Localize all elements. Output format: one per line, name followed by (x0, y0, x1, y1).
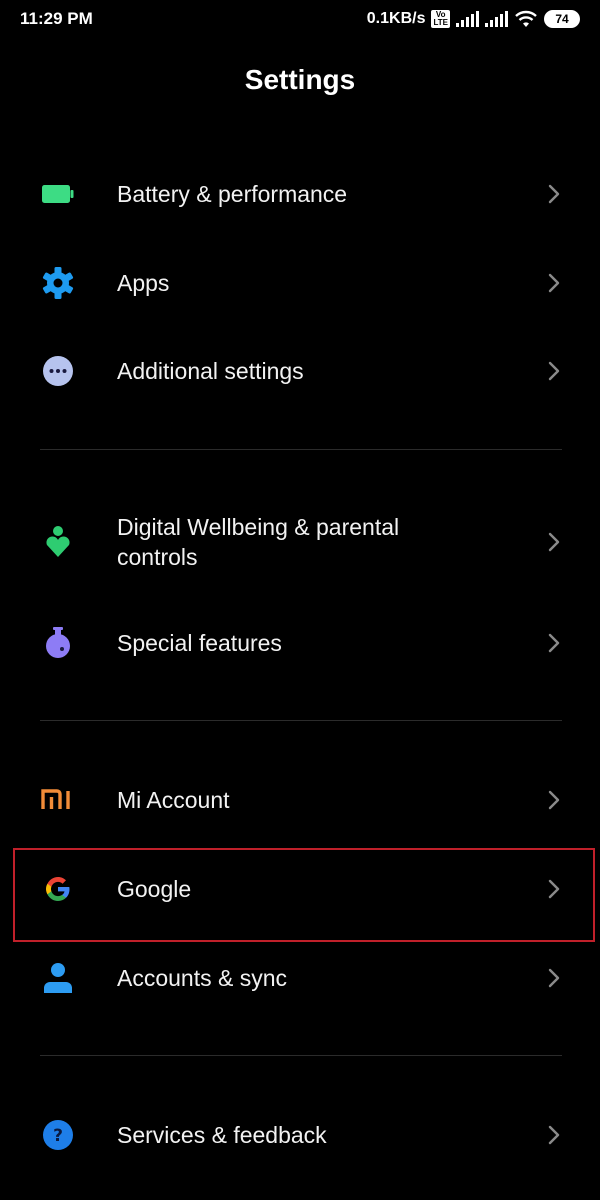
chevron-right-icon (544, 966, 564, 990)
status-bar: 11:29 PM 0.1KB/s Vo LTE 74 (0, 0, 600, 40)
settings-item-mi-account[interactable]: Mi Account (0, 770, 600, 830)
wellbeing-icon (40, 523, 76, 559)
gear-icon (40, 265, 76, 301)
settings-item-label: Accounts & sync (117, 965, 288, 991)
settings-item-label: Special features (117, 630, 282, 656)
more-dots-icon (40, 353, 76, 389)
chevron-right-icon (544, 182, 564, 206)
volte-icon: Vo LTE (431, 10, 450, 28)
help-icon: ? (40, 1117, 76, 1153)
settings-item-label: Services & feedback (117, 1122, 327, 1148)
signal-icon (456, 11, 479, 27)
mi-logo-icon (40, 782, 76, 818)
settings-item-special-features[interactable]: Special features (0, 613, 600, 673)
section-divider (40, 449, 562, 450)
settings-item-label: Battery & performance (117, 181, 348, 207)
settings-item-battery[interactable]: Battery & performance (0, 164, 600, 224)
status-icons: 0.1KB/s Vo LTE 74 (367, 8, 580, 30)
status-time: 11:29 PM (20, 9, 93, 28)
settings-item-accounts-sync[interactable]: Accounts & sync (0, 948, 600, 1008)
chevron-right-icon (544, 788, 564, 812)
settings-item-label: Digital Wellbeing & parental controls (117, 512, 399, 572)
chevron-right-icon (544, 359, 564, 383)
settings-item-label: Additional settings (117, 358, 304, 384)
chevron-right-icon (544, 271, 564, 295)
settings-item-label: Mi Account (117, 787, 230, 813)
highlight-box (13, 848, 595, 942)
settings-item-label-line: controls (117, 544, 198, 570)
settings-item-services-feedback[interactable]: ? Services & feedback (0, 1105, 600, 1165)
settings-item-digital-wellbeing[interactable]: Digital Wellbeing & parental controls (0, 505, 600, 581)
signal-icon (485, 11, 508, 27)
settings-item-apps[interactable]: Apps (0, 253, 600, 313)
section-divider (40, 720, 562, 721)
chevron-right-icon (544, 631, 564, 655)
person-icon (40, 960, 76, 996)
flask-icon (40, 625, 76, 661)
chevron-right-icon (544, 530, 564, 554)
battery-indicator: 74 (544, 10, 580, 28)
page-title: Settings (244, 64, 356, 95)
svg-text:?: ? (53, 1126, 63, 1146)
settings-item-label-line: Digital Wellbeing & parental (117, 514, 400, 540)
wifi-icon (515, 10, 537, 27)
section-divider (40, 1055, 562, 1056)
chevron-right-icon (544, 1123, 564, 1147)
battery-icon (40, 176, 76, 212)
settings-item-additional[interactable]: Additional settings (0, 341, 600, 401)
settings-item-label: Apps (117, 270, 170, 296)
network-speed: 0.1KB/s (366, 10, 426, 27)
